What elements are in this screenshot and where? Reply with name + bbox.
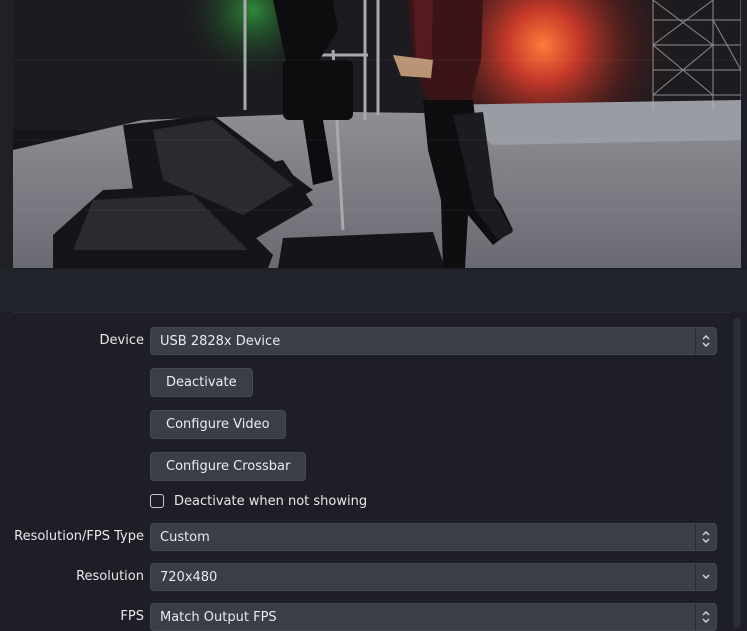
- resolution-label: Resolution: [76, 569, 144, 584]
- updown-arrows-icon: [695, 328, 716, 354]
- resolution-select[interactable]: 720x480: [150, 563, 717, 591]
- device-select-value: USB 2828x Device: [160, 334, 281, 349]
- updown-arrows-icon: [695, 524, 716, 550]
- updown-arrows-icon: [695, 604, 716, 630]
- chevron-down-icon: [695, 564, 716, 590]
- scrollbar-thumb[interactable]: [734, 318, 740, 628]
- preview-left-edge: [0, 0, 13, 270]
- resolution-fps-type-select[interactable]: Custom: [150, 523, 717, 551]
- device-label: Device: [99, 333, 144, 348]
- deactivate-when-not-showing-checkbox[interactable]: [150, 494, 164, 508]
- fps-value: Match Output FPS: [160, 610, 277, 625]
- preview-divider: [0, 270, 747, 311]
- fps-select[interactable]: Match Output FPS: [150, 603, 717, 631]
- video-preview[interactable]: [0, 0, 747, 270]
- deactivate-when-not-showing-label[interactable]: Deactivate when not showing: [174, 494, 367, 509]
- deactivate-button[interactable]: Deactivate: [150, 368, 253, 397]
- device-select[interactable]: USB 2828x Device: [150, 327, 717, 355]
- fps-label: FPS: [120, 609, 144, 624]
- configure-crossbar-button[interactable]: Configure Crossbar: [150, 452, 307, 481]
- concert-stage-image: [13, 0, 741, 268]
- configure-video-button[interactable]: Configure Video: [150, 410, 286, 439]
- resolution-fps-type-value: Custom: [160, 530, 210, 545]
- resolution-fps-type-label: Resolution/FPS Type: [14, 529, 144, 544]
- video-frame: [13, 0, 741, 268]
- resolution-value: 720x480: [160, 570, 218, 585]
